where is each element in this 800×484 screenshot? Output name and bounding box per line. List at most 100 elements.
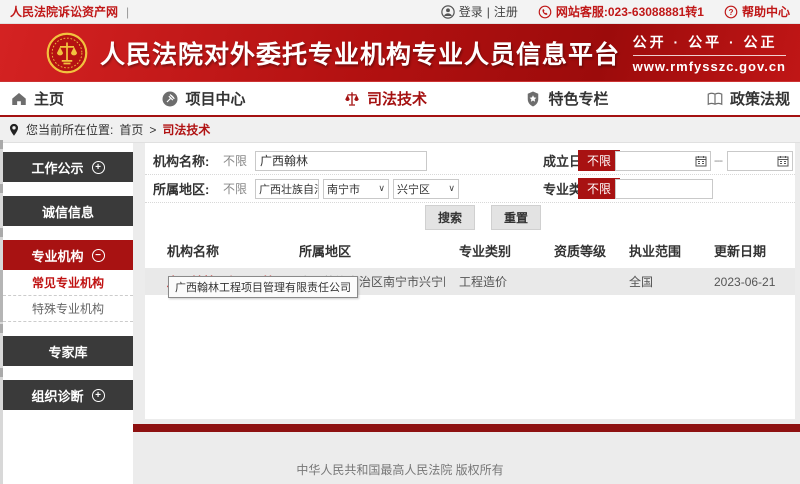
nav-item-judicial-tech[interactable]: 司法技术 xyxy=(343,88,427,109)
home-icon xyxy=(10,90,28,108)
breadcrumb-prefix: 您当前所在位置: xyxy=(26,121,113,138)
province-select-value: 广西壮族自治 xyxy=(259,181,319,197)
org-name-tooltip: 广西翰林工程项目管理有限责任公司 xyxy=(168,276,358,298)
sidebar-item-label: 专业机构 xyxy=(31,246,83,265)
user-icon xyxy=(441,5,455,19)
category-input[interactable] xyxy=(615,179,713,199)
founded-to-input[interactable] xyxy=(727,151,793,171)
platform-title: 人民法院对外委托专业机构专业人员信息平台 xyxy=(100,35,620,71)
district-select[interactable]: 兴宁区 ∨ xyxy=(393,179,459,199)
district-select-value: 兴宁区 xyxy=(397,181,430,197)
sidebar-item-label: 诚信信息 xyxy=(42,202,94,221)
nav-item-project-center[interactable]: 项目中心 xyxy=(161,88,245,109)
breadcrumb-separator: > xyxy=(149,123,156,137)
nav-item-home[interactable]: 主页 xyxy=(10,88,64,109)
search-button[interactable]: 搜索 xyxy=(425,205,475,230)
sidebar-notch xyxy=(0,140,3,149)
collapse-minus-icon: − xyxy=(92,249,105,262)
cell-updated: 2023-06-21 xyxy=(700,268,795,295)
nav-label: 主页 xyxy=(34,88,64,109)
sidebar-notch xyxy=(0,368,3,377)
sidebar-subitem-special-orgs[interactable]: 特殊专业机构 xyxy=(3,296,133,322)
expand-plus-icon: + xyxy=(92,389,105,402)
expand-plus-icon: + xyxy=(92,161,105,174)
reset-button[interactable]: 重置 xyxy=(491,205,541,230)
col-header-region: 所属地区 xyxy=(285,235,445,268)
org-name-label: 机构名称: xyxy=(153,151,209,170)
top-utility-bar: 人民法院诉讼资产网 | 登录 | 注册 网站客服:023-63088881转1 … xyxy=(0,0,800,24)
col-header-updated: 更新日期 xyxy=(700,235,795,268)
col-header-scope: 执业范围 xyxy=(615,235,700,268)
location-pin-icon xyxy=(8,123,20,137)
nav-label: 司法技术 xyxy=(367,88,427,109)
nav-item-policies[interactable]: 政策法规 xyxy=(706,88,790,109)
site-name-link[interactable]: 人民法院诉讼资产网 xyxy=(10,3,118,20)
hotline-text: 网站客服:023-63088881转1 xyxy=(556,3,704,20)
nav-label: 项目中心 xyxy=(185,88,245,109)
login-link[interactable]: 登录 xyxy=(459,3,483,20)
sidebar: 工作公示 + 诚信信息 专业机构 − 常见专业机构 特殊专业机构 专家库 组织诊… xyxy=(0,143,133,484)
help-center-link[interactable]: 帮助中心 xyxy=(742,3,790,20)
court-emblem-icon xyxy=(46,32,88,74)
sidebar-subitem-label: 特殊专业机构 xyxy=(32,300,104,317)
city-select-value: 南宁市 xyxy=(327,181,360,197)
org-name-unlimited[interactable]: 不限 xyxy=(223,152,247,169)
project-center-icon xyxy=(161,90,179,108)
login-register-separator: | xyxy=(487,5,490,19)
sidebar-notch xyxy=(0,324,3,333)
col-header-grade: 资质等级 xyxy=(540,235,615,268)
sidebar-submenu: 常见专业机构 特殊专业机构 xyxy=(0,270,133,322)
region-unlimited[interactable]: 不限 xyxy=(223,180,247,197)
book-icon xyxy=(706,90,724,108)
cell-category: 工程造价 xyxy=(445,268,540,295)
col-header-org-name: 机构名称 xyxy=(145,235,285,268)
sidebar-item-label: 专家库 xyxy=(48,342,87,361)
register-link[interactable]: 注册 xyxy=(494,3,518,20)
calendar-icon xyxy=(777,155,789,167)
sidebar-item-work-publicity[interactable]: 工作公示 + xyxy=(3,152,133,182)
cell-scope: 全国 xyxy=(615,268,700,295)
region-label: 所属地区: xyxy=(153,179,209,198)
breadcrumb-current: 司法技术 xyxy=(162,121,210,138)
svg-text:?: ? xyxy=(729,8,734,17)
sidebar-item-org-diagnosis[interactable]: 组织诊断 + xyxy=(3,380,133,410)
breadcrumb-home-link[interactable]: 首页 xyxy=(119,121,143,138)
filter-buttons-row: 搜索 重置 xyxy=(145,203,795,231)
sidebar-item-professional-orgs[interactable]: 专业机构 − xyxy=(3,240,133,270)
founded-unlimited-button[interactable]: 不限 xyxy=(578,150,620,171)
chevron-down-icon: ∨ xyxy=(446,183,455,194)
badge-icon xyxy=(524,90,542,108)
sidebar-item-integrity-info[interactable]: 诚信信息 xyxy=(3,196,133,226)
org-name-input[interactable] xyxy=(255,151,427,171)
main-panel: 机构名称: 不限 成立日期: 不限 --- 所属地区: 不限 广西壮族自治 ∨ … xyxy=(145,143,795,419)
sidebar-item-label: 组织诊断 xyxy=(31,386,83,405)
phone-icon xyxy=(538,5,552,19)
topbar-divider: | xyxy=(126,5,129,19)
nav-label: 特色专栏 xyxy=(548,88,608,109)
banner-slogan: 公开 · 公平 · 公正 xyxy=(633,32,786,56)
category-unlimited-button[interactable]: 不限 xyxy=(578,178,620,199)
col-header-category: 专业类别 xyxy=(445,235,540,268)
footer-copyright: 中华人民共和国最高人民法院 版权所有 xyxy=(0,461,800,478)
breadcrumb: 您当前所在位置: 首页 > 司法技术 xyxy=(0,117,800,143)
content-area: 工作公示 + 诚信信息 专业机构 − 常见专业机构 特殊专业机构 专家库 组织诊… xyxy=(0,143,800,484)
nav-item-featured-column[interactable]: 特色专栏 xyxy=(524,88,608,109)
nav-label: 政策法规 xyxy=(730,88,790,109)
sidebar-subitem-common-orgs[interactable]: 常见专业机构 xyxy=(3,270,133,296)
scales-icon xyxy=(343,90,361,108)
founded-from-input[interactable] xyxy=(615,151,711,171)
sidebar-subitem-label: 常见专业机构 xyxy=(32,274,104,291)
banner-website-url: www.rmfysszc.gov.cn xyxy=(633,59,786,74)
sidebar-item-expert-library[interactable]: 专家库 xyxy=(3,336,133,366)
chevron-down-icon: ∨ xyxy=(376,183,385,194)
sidebar-item-label: 工作公示 xyxy=(31,158,83,177)
cell-grade xyxy=(540,268,615,295)
table-header-row: 机构名称 所属地区 专业类别 资质等级 执业范围 更新日期 xyxy=(145,235,795,268)
main-nav: 主页 项目中心 司法技术 特色专栏 政策法规 xyxy=(0,81,800,117)
province-select[interactable]: 广西壮族自治 ∨ xyxy=(255,179,319,199)
footer-red-bar xyxy=(133,424,800,432)
city-select[interactable]: 南宁市 ∨ xyxy=(323,179,389,199)
site-banner: 人民法院对外委托专业机构专业人员信息平台 公开 · 公平 · 公正 www.rm… xyxy=(0,24,800,81)
sidebar-notch xyxy=(0,228,3,237)
sidebar-notch xyxy=(0,184,3,193)
